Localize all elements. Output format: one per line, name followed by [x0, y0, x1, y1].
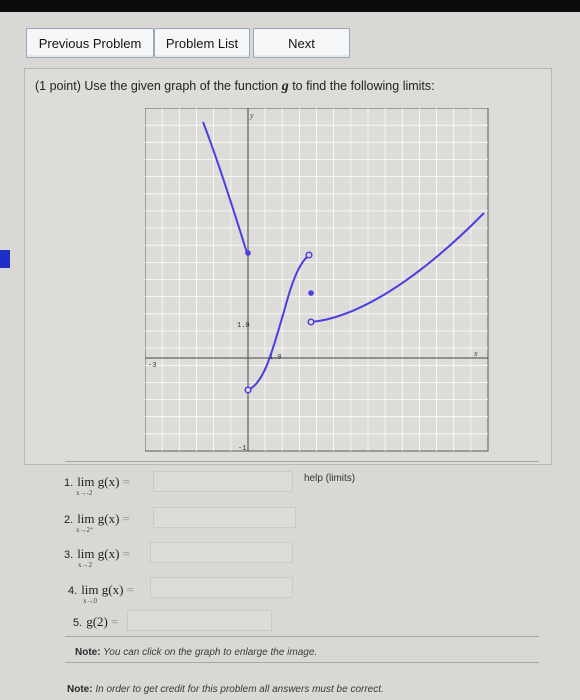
limit-subscript: x→0	[83, 597, 97, 605]
question-number: 3.	[64, 549, 74, 561]
note-text: In order to get credit for this problem …	[95, 684, 384, 695]
statement-after: to find the following limits:	[292, 79, 435, 93]
limit-subscript: x→-2	[76, 489, 93, 497]
question-number: 5.	[73, 617, 83, 629]
previous-problem-button[interactable]: Previous Problem	[26, 28, 154, 58]
divider-note-bottom	[65, 662, 539, 663]
divider-note-top	[65, 636, 539, 637]
answer-input-3[interactable]	[150, 542, 293, 563]
answer-input-2[interactable]	[153, 507, 296, 528]
problem-list-button[interactable]: Problem List	[154, 28, 250, 58]
open-point-right	[307, 318, 315, 326]
question-5: 5. g(2) =	[73, 614, 118, 630]
next-problem-button[interactable]: Next Problem	[253, 28, 350, 81]
divider-top	[65, 461, 539, 462]
y-min-label: -1	[238, 445, 246, 453]
answer-input-4[interactable]	[150, 577, 293, 598]
help-limits-link[interactable]: help (limits)	[304, 473, 355, 484]
problem-statement: (1 point) Use the given graph of the fun…	[35, 79, 435, 95]
limit-subscript: x→2⁺	[76, 526, 94, 534]
note-text: You can click on the graph to enlarge th…	[103, 647, 318, 658]
equals-sign: =	[126, 582, 134, 597]
filled-point-isolated	[308, 290, 314, 296]
question-1: 1. lim g(x) = x→-2	[64, 474, 130, 497]
grid-lines	[145, 108, 488, 451]
y-tick-label: 1.0	[237, 322, 250, 330]
y-axis-label: y	[249, 111, 254, 120]
equals-sign: =	[122, 511, 130, 526]
open-point-middle	[305, 251, 313, 259]
x-min-label: -3	[148, 362, 156, 370]
answer-input-1[interactable]	[153, 471, 293, 492]
question-expr: lim g(x)	[77, 511, 120, 526]
question-number: 4.	[68, 585, 78, 597]
question-expr: lim g(x)	[77, 474, 120, 489]
question-3: 3. lim g(x) = x→2	[64, 546, 130, 569]
filled-point-left	[245, 250, 251, 256]
question-expr: lim g(x)	[77, 546, 120, 561]
open-point-origin	[244, 386, 252, 394]
question-2: 2. lim g(x) = x→2⁺	[64, 511, 130, 534]
limit-subscript: x→2	[78, 561, 92, 569]
function-name: g	[281, 79, 289, 94]
side-tab	[0, 250, 10, 268]
note-credit: Note: In order to get credit for this pr…	[67, 684, 384, 695]
note-enlarge: Note: You can click on the graph to enla…	[75, 647, 317, 658]
question-number: 2.	[64, 514, 74, 526]
question-4: 4. lim g(x) = x→0	[68, 582, 134, 605]
answer-input-5[interactable]	[127, 610, 272, 631]
equals-sign: =	[122, 546, 130, 561]
function-graph[interactable]: y x 1.0 1.0 -3 -1	[145, 108, 490, 453]
equals-sign: =	[110, 614, 119, 629]
note-label: Note:	[67, 684, 93, 695]
top-bar	[0, 0, 580, 12]
question-number: 1.	[64, 477, 74, 489]
x-axis-label: x	[473, 349, 478, 358]
statement-before: Use the given graph of the function	[84, 79, 279, 93]
question-expr: lim g(x)	[81, 582, 124, 597]
note-label: Note:	[75, 647, 101, 658]
equals-sign: =	[122, 474, 130, 489]
question-expr: g(2)	[86, 614, 108, 629]
points-label: (1 point)	[35, 79, 81, 93]
